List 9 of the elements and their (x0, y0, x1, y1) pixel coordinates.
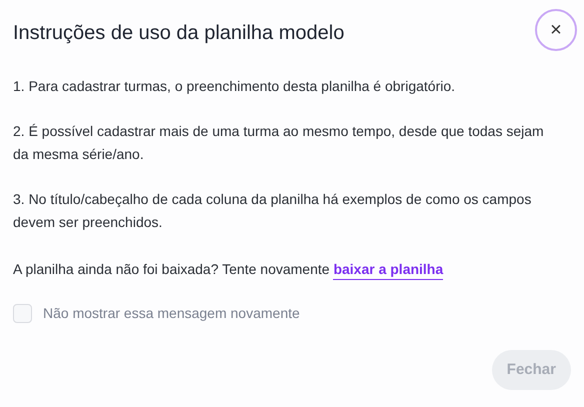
download-link[interactable]: baixar a planilha (333, 261, 444, 280)
retry-text: A planilha ainda não foi baixada? Tente novamente baixar a planilha (13, 258, 571, 281)
close-button[interactable]: × (535, 9, 577, 51)
instruction-text: 2. É possível cadastrar mais de uma turma ao mesmo tempo, desde que todas sejam da mesma série/ano. (13, 122, 545, 164)
dialog-title: Instruções de uso da planilha modelo (13, 21, 344, 46)
checkbox-label: Não mostrar essa mensagem novamente (43, 304, 300, 323)
instruction-text: 1. Para cadastrar turmas, o preenchimento desta planilha é obrigatório. (13, 77, 456, 96)
instruction-text: 3. No título/cabeçalho de cada coluna da planilha há exemplos de como os campos devem ser preenchidos. (13, 190, 532, 232)
checkbox[interactable] (13, 304, 32, 323)
